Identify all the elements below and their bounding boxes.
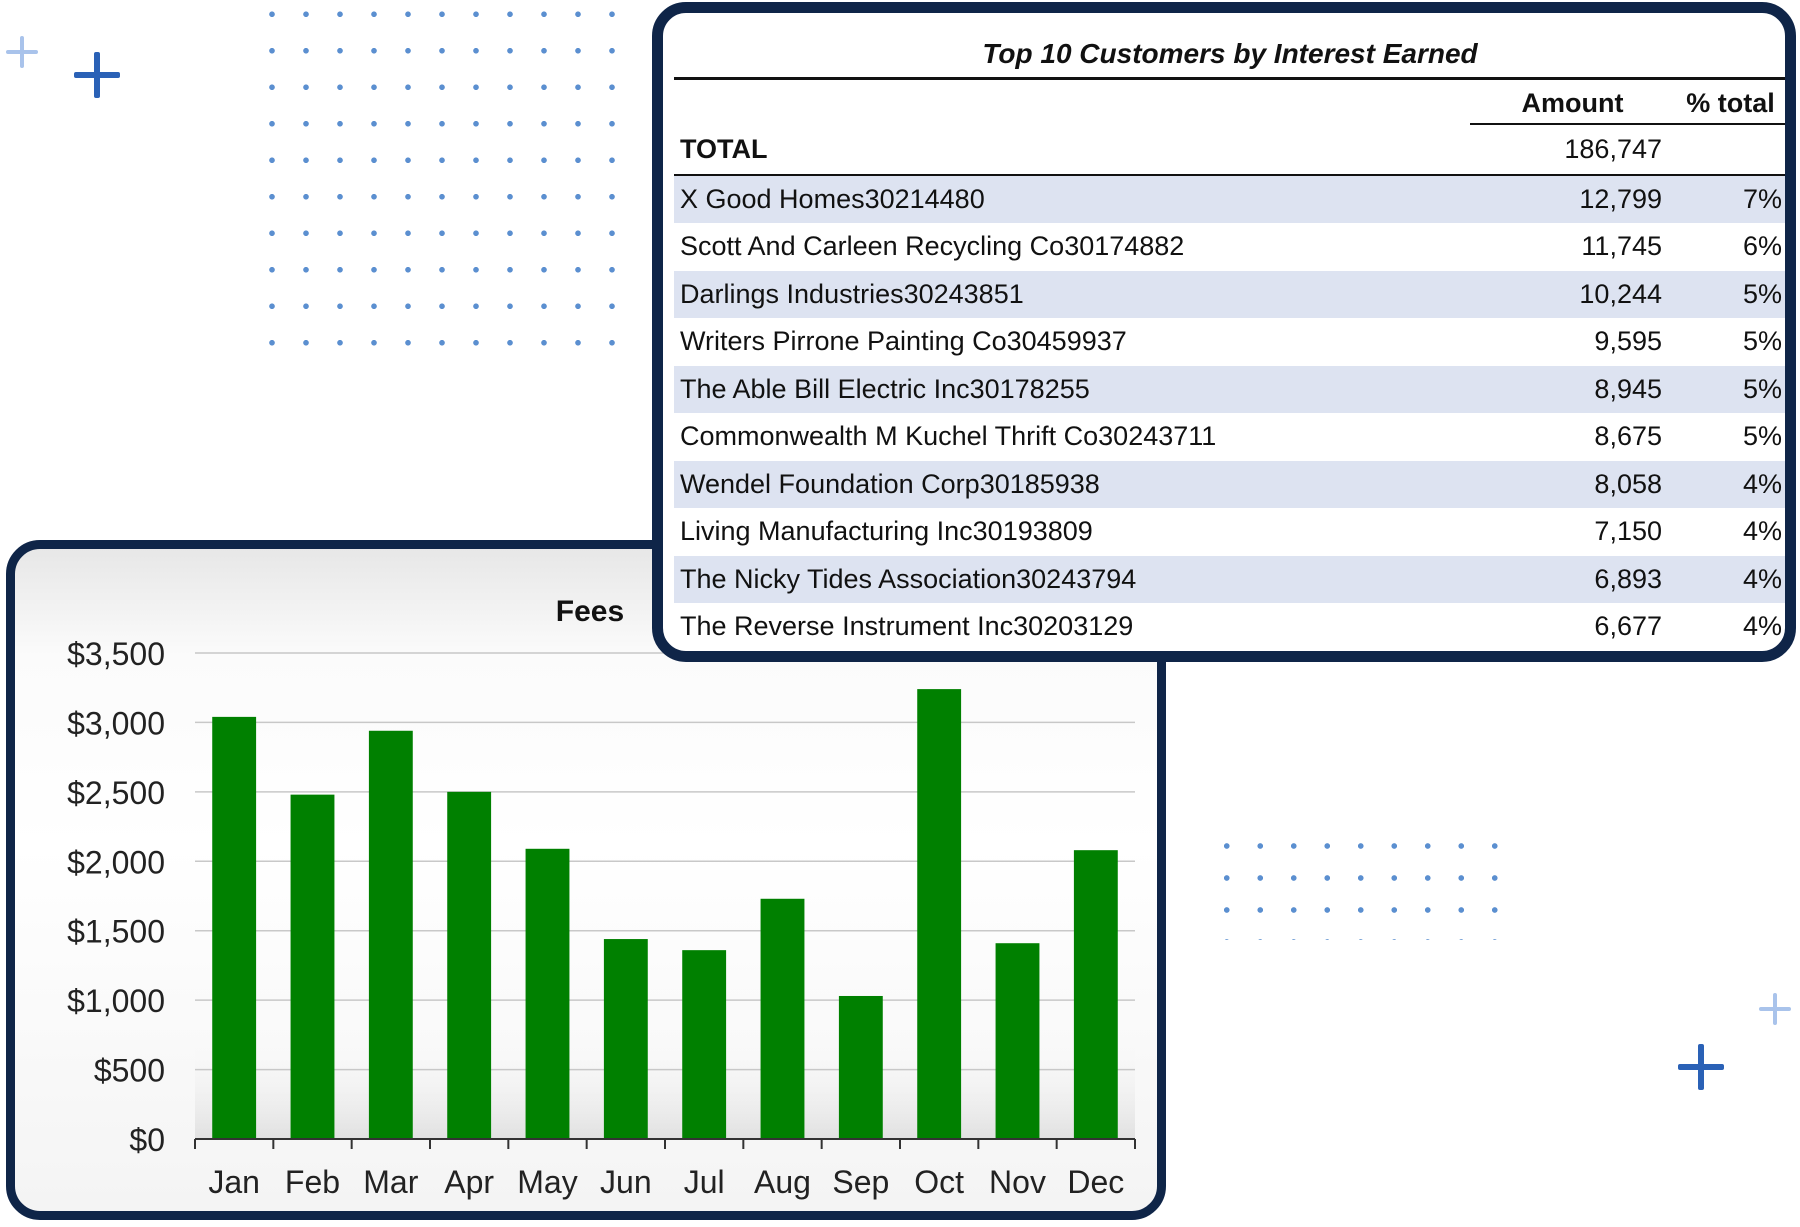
x-tick-label: Jan: [208, 1164, 260, 1200]
table-row: Wendel Foundation Corp30185938 8,058 4%: [674, 460, 1785, 508]
bar-may: [525, 848, 570, 1139]
customer-name: Wendel Foundation Corp30185938: [680, 468, 1100, 499]
customer-name: X Good Homes30214480: [680, 183, 985, 214]
marketing-composite: Fees $0 $500 $1,000 $1,500 $2,000 $2,500 $3,00…: [0, 0, 1800, 1227]
y-tick-label: $500: [94, 1053, 165, 1089]
table-row: The Able Bill Electric Inc30178255 8,945…: [674, 365, 1785, 413]
plus-icon: [74, 52, 120, 98]
y-tick-label: $3,000: [67, 705, 165, 741]
bar-nov: [995, 943, 1040, 1139]
customer-pct: 5%: [1742, 278, 1782, 309]
customer-amount: 6,677: [1594, 611, 1662, 641]
bar-oct: [917, 689, 962, 1139]
table-row: Commonwealth M Kuchel Thrift Co30243711 …: [674, 413, 1785, 461]
customer-amount: 8,675: [1594, 421, 1662, 451]
x-axis: [194, 1138, 1136, 1149]
column-header-pct-total: % total: [1675, 88, 1785, 125]
y-tick-label: $2,500: [67, 775, 165, 811]
table-total-row: TOTAL 186,747: [674, 126, 1785, 176]
customer-amount: 10,244: [1579, 278, 1662, 309]
dot-grid-top: [255, 0, 615, 360]
customer-amount: 9,595: [1594, 326, 1662, 356]
customer-amount: 8,945: [1594, 373, 1662, 404]
customer-name: Scott And Carleen Recycling Co30174882: [680, 231, 1185, 261]
customer-amount: 8,058: [1594, 468, 1662, 499]
y-tick-label: $2,000: [67, 844, 165, 880]
bar-feb: [290, 794, 335, 1139]
customer-pct: 5%: [1742, 421, 1782, 451]
gridlines: [195, 652, 1135, 1071]
table-row: The Nicky Tides Association30243794 6,89…: [674, 555, 1785, 603]
table-row: The Reverse Instrument Inc30203129 6,677…: [674, 603, 1785, 651]
customer-name: Commonwealth M Kuchel Thrift Co30243711: [680, 421, 1217, 451]
table-header: Amount % total: [674, 80, 1785, 126]
bar-dec: [1073, 850, 1118, 1139]
customer-pct: 4%: [1742, 516, 1782, 546]
customer-amount: 6,893: [1594, 563, 1662, 594]
table-row: Writers Pirrone Painting Co30459937 9,59…: [674, 318, 1785, 366]
bar-sep: [838, 995, 883, 1139]
x-tick-label: Feb: [285, 1164, 340, 1200]
bar-jun: [603, 939, 648, 1139]
plus-icon: [1678, 1044, 1724, 1090]
table-title: Top 10 Customers by Interest Earned: [674, 31, 1785, 80]
x-tick-label: May: [517, 1164, 577, 1200]
x-tick-label: Jul: [684, 1164, 725, 1200]
total-label: TOTAL: [680, 134, 768, 164]
customer-name: Writers Pirrone Painting Co30459937: [680, 326, 1127, 356]
customer-name: The Able Bill Electric Inc30178255: [680, 373, 1090, 404]
x-tick-label: Nov: [989, 1164, 1046, 1200]
customer-amount: 11,745: [1581, 231, 1662, 261]
customer-pct: 4%: [1742, 563, 1782, 594]
y-tick-label: $1,000: [67, 983, 165, 1019]
customer-name: The Nicky Tides Association30243794: [680, 563, 1137, 594]
customer-name: Living Manufacturing Inc30193809: [680, 516, 1093, 546]
customer-pct: 5%: [1742, 373, 1782, 404]
dot-grid-middle: [1210, 830, 1510, 940]
y-tick-label: $0: [129, 1122, 165, 1158]
customer-amount: 7,150: [1594, 516, 1662, 546]
plus-icon: [1759, 993, 1791, 1025]
customer-pct: 7%: [1742, 183, 1782, 214]
plot-floor-shading: [195, 1029, 1135, 1139]
bar-mar: [368, 730, 413, 1139]
total-amount: 186,747: [1564, 134, 1662, 164]
bar-jul: [682, 950, 727, 1139]
customer-amount: 12,799: [1579, 183, 1662, 214]
y-tick-label: $3,500: [67, 636, 165, 672]
bar-jan: [212, 716, 257, 1139]
customer-name: The Reverse Instrument Inc30203129: [680, 611, 1134, 641]
table-row: Scott And Carleen Recycling Co30174882 1…: [674, 223, 1785, 271]
table-row: Darlings Industries30243851 10,244 5%: [674, 270, 1785, 318]
x-tick-label: Aug: [754, 1164, 811, 1200]
x-tick-label: Apr: [444, 1164, 494, 1200]
customer-name: Darlings Industries30243851: [680, 278, 1024, 309]
x-tick-label: Oct: [914, 1164, 964, 1200]
customer-pct: 5%: [1742, 326, 1782, 356]
customer-pct: 4%: [1742, 468, 1782, 499]
bar-aug: [760, 898, 805, 1139]
bar-apr: [447, 791, 492, 1139]
x-tick-label: Sep: [832, 1164, 889, 1200]
x-tick-label: Mar: [363, 1164, 418, 1200]
top-customers-table-card: Top 10 Customers by Interest Earned Amou…: [652, 2, 1796, 662]
table-row: Living Manufacturing Inc30193809 7,150 4…: [674, 508, 1785, 556]
plus-icon: [6, 36, 38, 68]
top-customers-table: Top 10 Customers by Interest Earned Amou…: [674, 31, 1785, 651]
customer-pct: 6%: [1742, 231, 1782, 261]
y-tick-label: $1,500: [67, 914, 165, 950]
y-axis-ticks: $0 $500 $1,000 $1,500 $2,000 $2,500 $3,000 $3,5…: [67, 636, 165, 1158]
x-tick-label: Dec: [1067, 1164, 1124, 1200]
column-header-amount: Amount: [1470, 88, 1675, 125]
x-axis-ticks: Jan Feb Mar Apr May Jun Jul Aug Sep Oct Nov Dec: [208, 1164, 1124, 1200]
customer-pct: 4%: [1742, 611, 1782, 641]
table-row: X Good Homes30214480 12,799 7%: [674, 175, 1785, 223]
x-tick-label: Jun: [600, 1164, 652, 1200]
chart-title: Fees: [556, 595, 624, 628]
